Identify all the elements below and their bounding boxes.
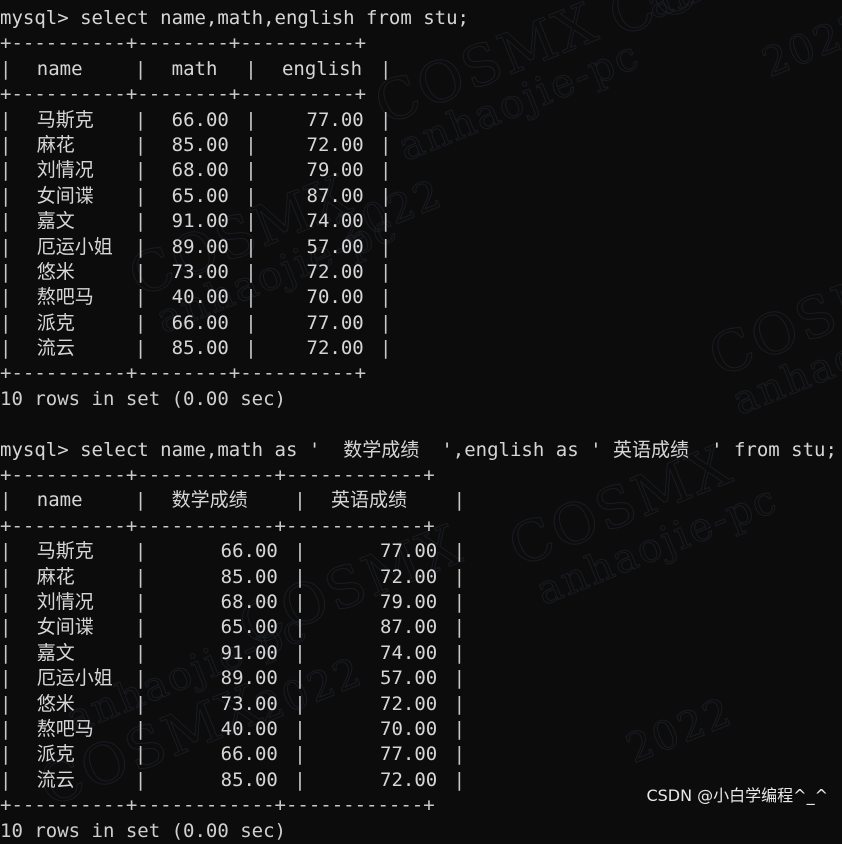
cell-name: 女间谍 [36,184,94,207]
column-header: 英语成绩 [331,489,408,512]
table-row: | 厄运小姐 | 89.00 | 57.00 | [0,666,842,691]
cell-math: 91.00 [220,641,278,664]
cell-name: 女间谍 [36,616,94,639]
cell-english: 72.00 [306,133,364,156]
table-separator-top: +----------+------------+------------+ [0,464,435,487]
cell-name: 嘉文 [36,641,75,664]
cell-name: 马斯克 [36,540,94,563]
cell-name: 流云 [36,337,75,360]
table-row: | 麻花 | 85.00 | 72.00 | [0,565,842,590]
query-line[interactable]: mysql> select name,math as ' 数学成绩 ',englis… [0,438,842,463]
cell-english: 79.00 [380,590,438,613]
table-row: | 女间谍 | 65.00 | 87.00 | [0,184,842,209]
table-row: | 嘉文 | 91.00 | 74.00 | [0,209,842,234]
status-line: 10 rows in set (0.00 sec) [0,819,286,842]
column-header: 数学成绩 [171,489,248,512]
cell-math: 66.00 [220,540,278,563]
cell-math: 85.00 [220,768,278,791]
cell-name: 刘情况 [36,159,94,182]
cell-math: 68.00 [171,159,229,182]
table-row: | 麻花 | 85.00 | 72.00 | [0,133,842,158]
table-row: | 马斯克 | 66.00 | 77.00 | [0,539,842,564]
table-separator-top: +----------+--------+----------+ [0,32,367,55]
cell-name: 熬吧马 [36,286,94,309]
cell-math: 40.00 [171,286,229,309]
status-line: 10 rows in set (0.00 sec) [0,387,286,410]
table-row: | 熬吧马 | 40.00 | 70.00 | [0,717,842,742]
table-row: | 马斯克 | 66.00 | 77.00 | [0,108,842,133]
table-row: | 厄运小姐 | 89.00 | 57.00 | [0,235,842,260]
cell-english: 72.00 [380,768,438,791]
cell-name: 熬吧马 [36,717,94,740]
cell-english: 74.00 [306,210,364,233]
cell-name: 派克 [36,743,75,766]
cell-math: 66.00 [171,108,229,131]
cell-name: 流云 [36,768,75,791]
cell-english: 77.00 [380,540,438,563]
cell-english: 57.00 [306,235,364,258]
cell-english: 72.00 [380,565,438,588]
table-row: | 流云 | 85.00 | 72.00 | [0,336,842,361]
table-separator-bottom: +----------+--------+----------+ [0,362,367,385]
cell-math: 85.00 [220,565,278,588]
cell-math: 85.00 [171,337,229,360]
table-header-row: | name | 数学成绩 | 英语成绩 | [0,488,842,513]
table-row: | 嘉文 | 91.00 | 74.00 | [0,641,842,666]
cell-math: 65.00 [220,616,278,639]
table-separator-header: +----------+--------+----------+ [0,83,367,106]
cell-math: 89.00 [220,667,278,690]
table-row: | 刘情况 | 68.00 | 79.00 | [0,590,842,615]
cell-math: 68.00 [220,590,278,613]
cell-english: 77.00 [306,108,364,131]
cell-english: 72.00 [306,337,364,360]
cell-english: 74.00 [380,641,438,664]
column-header: math [171,57,218,80]
table-row: | 刘情况 | 68.00 | 79.00 | [0,158,842,183]
cell-math: 85.00 [171,133,229,156]
table-separator-header: +----------+------------+------------+ [0,514,435,537]
cell-english: 77.00 [380,743,438,766]
cell-english: 87.00 [380,616,438,639]
cell-name: 悠米 [36,692,75,715]
cell-math: 65.00 [171,184,229,207]
column-header: name [36,57,83,80]
cell-math: 73.00 [220,692,278,715]
cell-math: 66.00 [171,311,229,334]
table-row: | 派克 | 66.00 | 77.00 | [0,311,842,336]
cell-math: 89.00 [171,235,229,258]
cell-name: 马斯克 [36,108,94,131]
cell-english: 72.00 [306,260,364,283]
cell-math: 91.00 [171,210,229,233]
cell-name: 悠米 [36,260,75,283]
cell-name: 厄运小姐 [36,235,113,258]
cell-math: 73.00 [171,260,229,283]
cell-name: 派克 [36,311,75,334]
cell-name: 麻花 [36,133,75,156]
table-row: | 悠米 | 73.00 | 72.00 | [0,260,842,285]
cell-math: 66.00 [220,743,278,766]
cell-english: 57.00 [380,667,438,690]
cell-name: 嘉文 [36,210,75,233]
cell-english: 79.00 [306,159,364,182]
cell-english: 72.00 [380,692,438,715]
cell-math: 40.00 [220,717,278,740]
table-row: | 女间谍 | 65.00 | 87.00 | [0,615,842,640]
table-row: | 悠米 | 73.00 | 72.00 | [0,692,842,717]
csdn-credit: CSDN @小白学编程^_^ [646,786,828,805]
column-header: name [36,489,83,512]
cell-english: 77.00 [306,311,364,334]
cell-name: 刘情况 [36,590,94,613]
cell-english: 70.00 [380,717,438,740]
table-row: | 派克 | 66.00 | 77.00 | [0,742,842,767]
query-line[interactable]: mysql> select name,math,english from stu… [0,6,842,31]
column-header: english [281,57,363,80]
table-row: | 熬吧马 | 40.00 | 70.00 | [0,285,842,310]
cell-english: 87.00 [306,184,364,207]
terminal-output[interactable]: mysql> select name,math,english from stu… [0,0,842,842]
cell-name: 厄运小姐 [36,667,113,690]
cell-english: 70.00 [306,286,364,309]
table-header-row: | name | math | english | [0,57,842,82]
cell-name: 麻花 [36,565,75,588]
